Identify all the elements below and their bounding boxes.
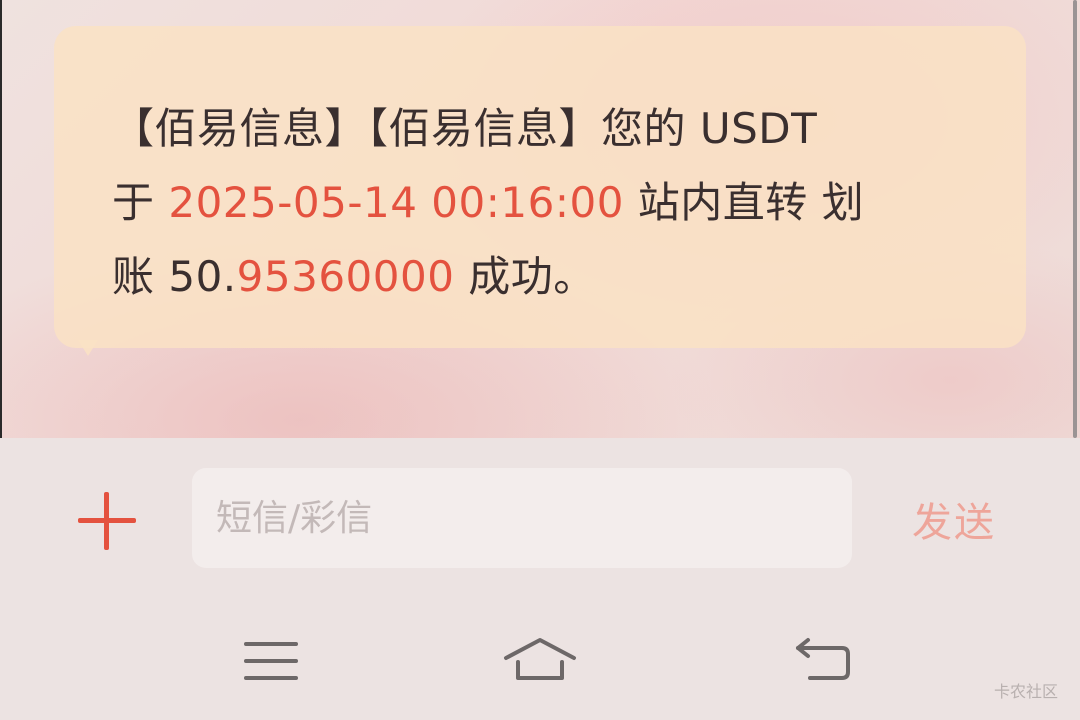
send-button[interactable]: 发送	[912, 490, 996, 548]
message-line-1: 【佰易信息】【佰易信息】您的 USDT	[112, 104, 818, 153]
conversation-area[interactable]: 【佰易信息】【佰易信息】您的 USDT 于 2025-05-14 00:16:0…	[0, 0, 1080, 438]
message-number-link[interactable]: 95360000	[237, 252, 455, 301]
message-input[interactable]	[192, 468, 852, 568]
message-bubble-tail	[78, 340, 98, 356]
left-edge-divider	[0, 0, 2, 438]
watermark-text: 卡农社区	[993, 682, 1058, 701]
scrollbar[interactable]	[1073, 0, 1077, 438]
message-input-container[interactable]	[192, 468, 852, 568]
home-icon[interactable]	[500, 636, 580, 686]
add-attachment-button[interactable]	[78, 492, 136, 550]
message-datetime-link[interactable]: 2025-05-14 00:16:00	[168, 178, 624, 227]
message-line-2-suffix: 站内直转 划	[623, 178, 865, 227]
message-text: 【佰易信息】【佰易信息】您的 USDT 于 2025-05-14 00:16:0…	[112, 92, 952, 314]
message-line-3-prefix: 账 50.	[112, 252, 237, 301]
back-icon[interactable]	[790, 636, 870, 686]
message-line-2-prefix: 于	[112, 178, 169, 227]
menu-icon[interactable]	[232, 636, 312, 686]
message-line-3-suffix: 成功。	[454, 252, 596, 301]
